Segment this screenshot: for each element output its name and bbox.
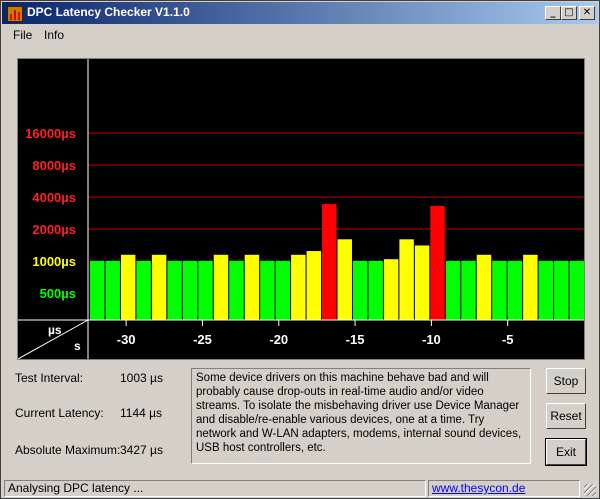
status-link-pane: www.thesycon.de — [428, 480, 580, 497]
status-text: Analysing DPC latency ... — [4, 480, 426, 497]
latency-bar — [182, 260, 198, 320]
latency-bar — [151, 254, 167, 320]
latency-bar — [368, 260, 383, 320]
maximize-button[interactable]: □ — [561, 6, 577, 20]
close-button[interactable]: ✕ — [579, 6, 595, 20]
latency-bar — [291, 254, 306, 320]
y-tick-label: 2000µs — [32, 222, 76, 237]
app-window: DPC Latency Checker V1.1.0 _ □ ✕ File In… — [0, 0, 600, 499]
latency-bar — [229, 260, 244, 320]
latency-bar — [507, 260, 523, 320]
current-latency-label: Current Latency: — [15, 406, 104, 420]
menu-info[interactable]: Info — [44, 28, 64, 42]
latency-bar — [399, 239, 414, 320]
latency-bar — [461, 260, 476, 320]
latency-bar — [213, 254, 229, 320]
latency-bar — [136, 260, 151, 320]
window-title: DPC Latency Checker V1.1.0 — [27, 5, 190, 19]
title-bar[interactable]: DPC Latency Checker V1.1.0 _ □ ✕ — [2, 2, 598, 24]
y-tick-label: 8000µs — [32, 158, 76, 173]
latency-bar — [167, 260, 182, 320]
minimize-button[interactable]: _ — [545, 6, 561, 20]
menu-file[interactable]: File — [13, 28, 32, 42]
x-tick-label: -15 — [346, 332, 365, 347]
latency-bar — [337, 239, 352, 320]
latency-bar — [430, 205, 445, 320]
latency-bar — [554, 260, 569, 320]
latency-bar — [352, 260, 368, 320]
latency-bar — [414, 245, 430, 320]
x-tick-label: -20 — [269, 332, 288, 347]
absolute-maximum-value: 3427 µs — [120, 443, 163, 457]
x-unit-label: s — [74, 339, 81, 353]
absolute-maximum-label: Absolute Maximum: — [15, 443, 121, 457]
latency-bar — [244, 254, 260, 320]
app-icon[interactable] — [7, 6, 23, 22]
latency-bar — [492, 260, 507, 320]
latency-bar — [445, 260, 461, 320]
y-tick-label: 16000µs — [25, 126, 76, 141]
latency-bar — [120, 254, 136, 320]
latency-chart-svg: 16000µs 8000µs 4000µs 2000µs 1000µs 500µs -30 -… — [18, 59, 584, 359]
reset-button[interactable]: Reset — [546, 403, 586, 429]
latency-bar — [538, 260, 554, 320]
latency-bar — [569, 260, 584, 320]
latency-bar — [260, 260, 275, 320]
x-tick-label: -10 — [422, 332, 441, 347]
info-message: Some device drivers on this machine beha… — [191, 368, 531, 464]
latency-bar — [476, 254, 492, 320]
latency-chart: 16000µs 8000µs 4000µs 2000µs 1000µs 500µs -30 -… — [17, 58, 585, 360]
menu-bar: File Info — [2, 25, 598, 45]
status-bar: Analysing DPC latency ... www.thesycon.d… — [2, 478, 598, 498]
latency-bar — [306, 251, 322, 320]
latency-bar — [383, 259, 399, 320]
latency-bar — [105, 260, 120, 320]
x-tick-label: -30 — [117, 332, 136, 347]
current-latency-value: 1144 µs — [120, 406, 163, 420]
resize-grip-icon[interactable] — [584, 484, 596, 496]
latency-bar — [523, 254, 538, 320]
x-tick-label: -5 — [502, 332, 514, 347]
test-interval-label: Test Interval: — [15, 371, 84, 385]
latency-bar — [275, 260, 291, 320]
y-tick-label: 500µs — [40, 286, 76, 301]
x-tick-label: -25 — [193, 332, 212, 347]
latency-bar — [90, 260, 105, 320]
y-tick-label: 4000µs — [32, 190, 76, 205]
latency-bar — [198, 260, 213, 320]
exit-button[interactable]: Exit — [545, 438, 587, 466]
latency-bar — [322, 204, 337, 320]
test-interval-value: 1003 µs — [120, 371, 163, 385]
y-unit-label: µs — [48, 323, 62, 337]
y-tick-label: 1000µs — [32, 254, 76, 269]
stop-button[interactable]: Stop — [546, 368, 586, 394]
website-link[interactable]: www.thesycon.de — [432, 481, 525, 495]
